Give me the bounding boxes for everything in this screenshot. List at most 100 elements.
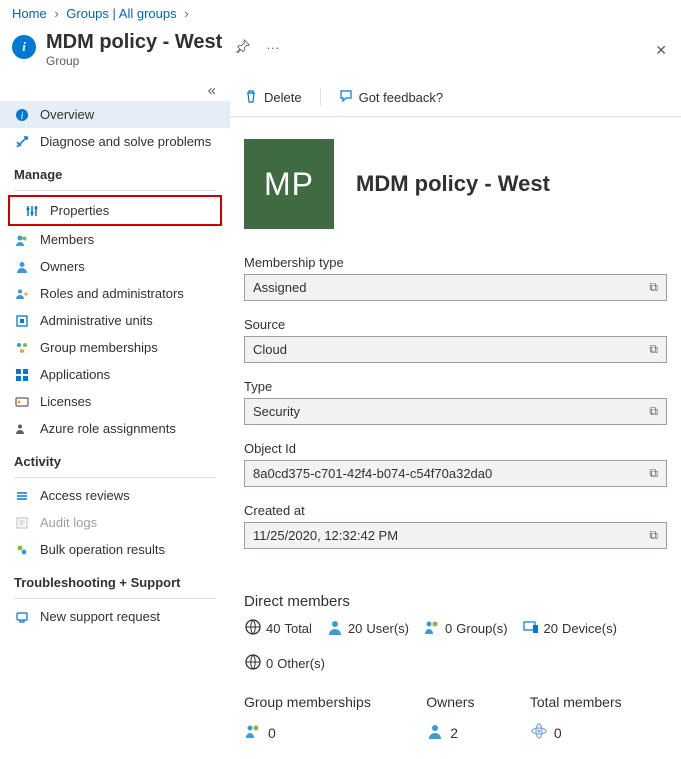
sidebar-label: Applications <box>40 367 110 382</box>
toolbar: Delete Got feedback? <box>230 78 681 117</box>
stat-total-members: Total members 0 <box>530 694 667 743</box>
stat-label: User(s) <box>366 621 409 636</box>
sidebar-item-audit-logs: Audit logs <box>0 509 230 536</box>
group-icon <box>423 618 441 639</box>
field-membership-type: Membership type Assigned ⧉ <box>230 255 681 317</box>
collapse-icon[interactable]: « <box>0 78 230 101</box>
access-reviews-icon <box>14 489 30 503</box>
sidebar-label: Group memberships <box>40 340 158 355</box>
chevron-right-icon: › <box>54 6 58 21</box>
sidebar-item-bulk-results[interactable]: Bulk operation results <box>0 536 230 563</box>
copy-icon[interactable]: ⧉ <box>649 342 658 357</box>
field-type: Type Security ⧉ <box>230 379 681 441</box>
field-label: Object Id <box>244 441 667 456</box>
sidebar-label: Diagnose and solve problems <box>40 134 211 149</box>
field-created-at: Created at 11/25/2020, 12:32:42 PM ⧉ <box>230 503 681 565</box>
sidebar-item-overview[interactable]: i Overview <box>0 101 230 128</box>
delete-label: Delete <box>264 90 302 105</box>
stat-value: 40 <box>266 621 280 636</box>
sidebar-label: Azure role assignments <box>40 421 176 436</box>
sidebar-item-access-reviews[interactable]: Access reviews <box>0 482 230 509</box>
sidebar-item-applications[interactable]: Applications <box>0 361 230 388</box>
stat-value: 0 <box>554 725 562 741</box>
breadcrumb-home[interactable]: Home <box>12 6 47 21</box>
group-name: MDM policy - West <box>356 171 550 197</box>
stat-owners: Owners 2 <box>426 694 520 743</box>
diagnose-icon <box>14 135 30 149</box>
copy-icon[interactable]: ⧉ <box>649 404 658 419</box>
sidebar-label: Members <box>40 232 94 247</box>
sidebar-label: Overview <box>40 107 94 122</box>
sidebar-item-roles[interactable]: Roles and administrators <box>0 280 230 307</box>
close-icon[interactable]: ✕ <box>655 42 667 59</box>
sidebar-item-group-memberships[interactable]: Group memberships <box>0 334 230 361</box>
chevron-right-icon: › <box>184 6 188 21</box>
stat-value: 20 <box>348 621 362 636</box>
field-label: Source <box>244 317 667 332</box>
highlight-properties: Properties <box>8 195 222 226</box>
sidebar-label: New support request <box>40 609 160 624</box>
more-icon[interactable]: ··· <box>266 40 279 55</box>
field-text: 8a0cd375-c701-42f4-b074-c54f70a32da0 <box>253 466 492 481</box>
avatar: MP <box>244 139 334 229</box>
applications-icon <box>14 368 30 382</box>
sidebar-label: Roles and administrators <box>40 286 184 301</box>
audit-logs-icon <box>14 516 30 530</box>
field-text: Assigned <box>253 280 306 295</box>
feedback-icon <box>339 89 353 106</box>
copy-icon[interactable]: ⧉ <box>649 466 658 481</box>
stat-users: 20 User(s) <box>326 618 409 639</box>
sidebar-label: Licenses <box>40 394 91 409</box>
field-source: Source Cloud ⧉ <box>230 317 681 379</box>
sidebar-label: Bulk operation results <box>40 542 165 557</box>
sidebar-item-properties[interactable]: Properties <box>10 197 220 224</box>
breadcrumb-groups[interactable]: Groups | All groups <box>66 6 176 21</box>
sidebar-item-admin-units[interactable]: Administrative units <box>0 307 230 334</box>
roles-icon <box>14 287 30 301</box>
field-text: Security <box>253 404 300 419</box>
pin-icon[interactable] <box>236 39 250 56</box>
stat-value: 0 <box>266 656 273 671</box>
copy-icon[interactable]: ⧉ <box>649 280 658 295</box>
sidebar-item-azure-roles[interactable]: Azure role assignments <box>0 415 230 442</box>
field-object-id: Object Id 8a0cd375-c701-42f4-b074-c54f70… <box>230 441 681 503</box>
stat-label: Owners <box>426 694 520 710</box>
group-memberships-icon <box>14 341 30 355</box>
sidebar-label: Owners <box>40 259 85 274</box>
group-icon <box>244 722 262 743</box>
field-value: 11/25/2020, 12:32:42 PM ⧉ <box>244 522 667 549</box>
feedback-label: Got feedback? <box>359 90 444 105</box>
stat-label: Group(s) <box>456 621 507 636</box>
divider <box>14 598 216 599</box>
field-text: 11/25/2020, 12:32:42 PM <box>253 528 398 543</box>
sidebar-label: Administrative units <box>40 313 153 328</box>
admin-units-icon <box>14 314 30 328</box>
info-icon: i <box>14 108 30 122</box>
sidebar-item-licenses[interactable]: Licenses <box>0 388 230 415</box>
copy-icon[interactable]: ⧉ <box>649 528 658 543</box>
sidebar-item-diagnose[interactable]: Diagnose and solve problems <box>0 128 230 155</box>
user-icon <box>326 618 344 639</box>
stat-total: 40 Total <box>244 618 312 639</box>
sidebar-item-owners[interactable]: Owners <box>0 253 230 280</box>
footer-stats: Group memberships 0 Owners 2 Total membe… <box>230 674 681 743</box>
sidebar-label: Properties <box>50 203 109 218</box>
stat-value: 20 <box>544 621 558 636</box>
feedback-button[interactable]: Got feedback? <box>339 89 444 106</box>
sidebar-label: Access reviews <box>40 488 130 503</box>
field-label: Type <box>244 379 667 394</box>
sidebar-item-support-request[interactable]: New support request <box>0 603 230 630</box>
field-value: Assigned ⧉ <box>244 274 667 301</box>
direct-members-header: Direct members <box>230 565 681 618</box>
delete-button[interactable]: Delete <box>244 89 302 106</box>
svg-text:i: i <box>21 111 24 122</box>
group-hero: MP MDM policy - West <box>230 117 681 255</box>
direct-members-stats: 40 Total 20 User(s) 0 Group(s) 20 Device… <box>230 618 681 674</box>
breadcrumb: Home › Groups | All groups › <box>0 0 681 27</box>
sidebar-item-members[interactable]: Members <box>0 226 230 253</box>
globe-icon <box>244 653 262 674</box>
field-label: Created at <box>244 503 667 518</box>
divider <box>14 477 216 478</box>
members-icon <box>14 233 30 247</box>
bulk-results-icon <box>14 543 30 557</box>
